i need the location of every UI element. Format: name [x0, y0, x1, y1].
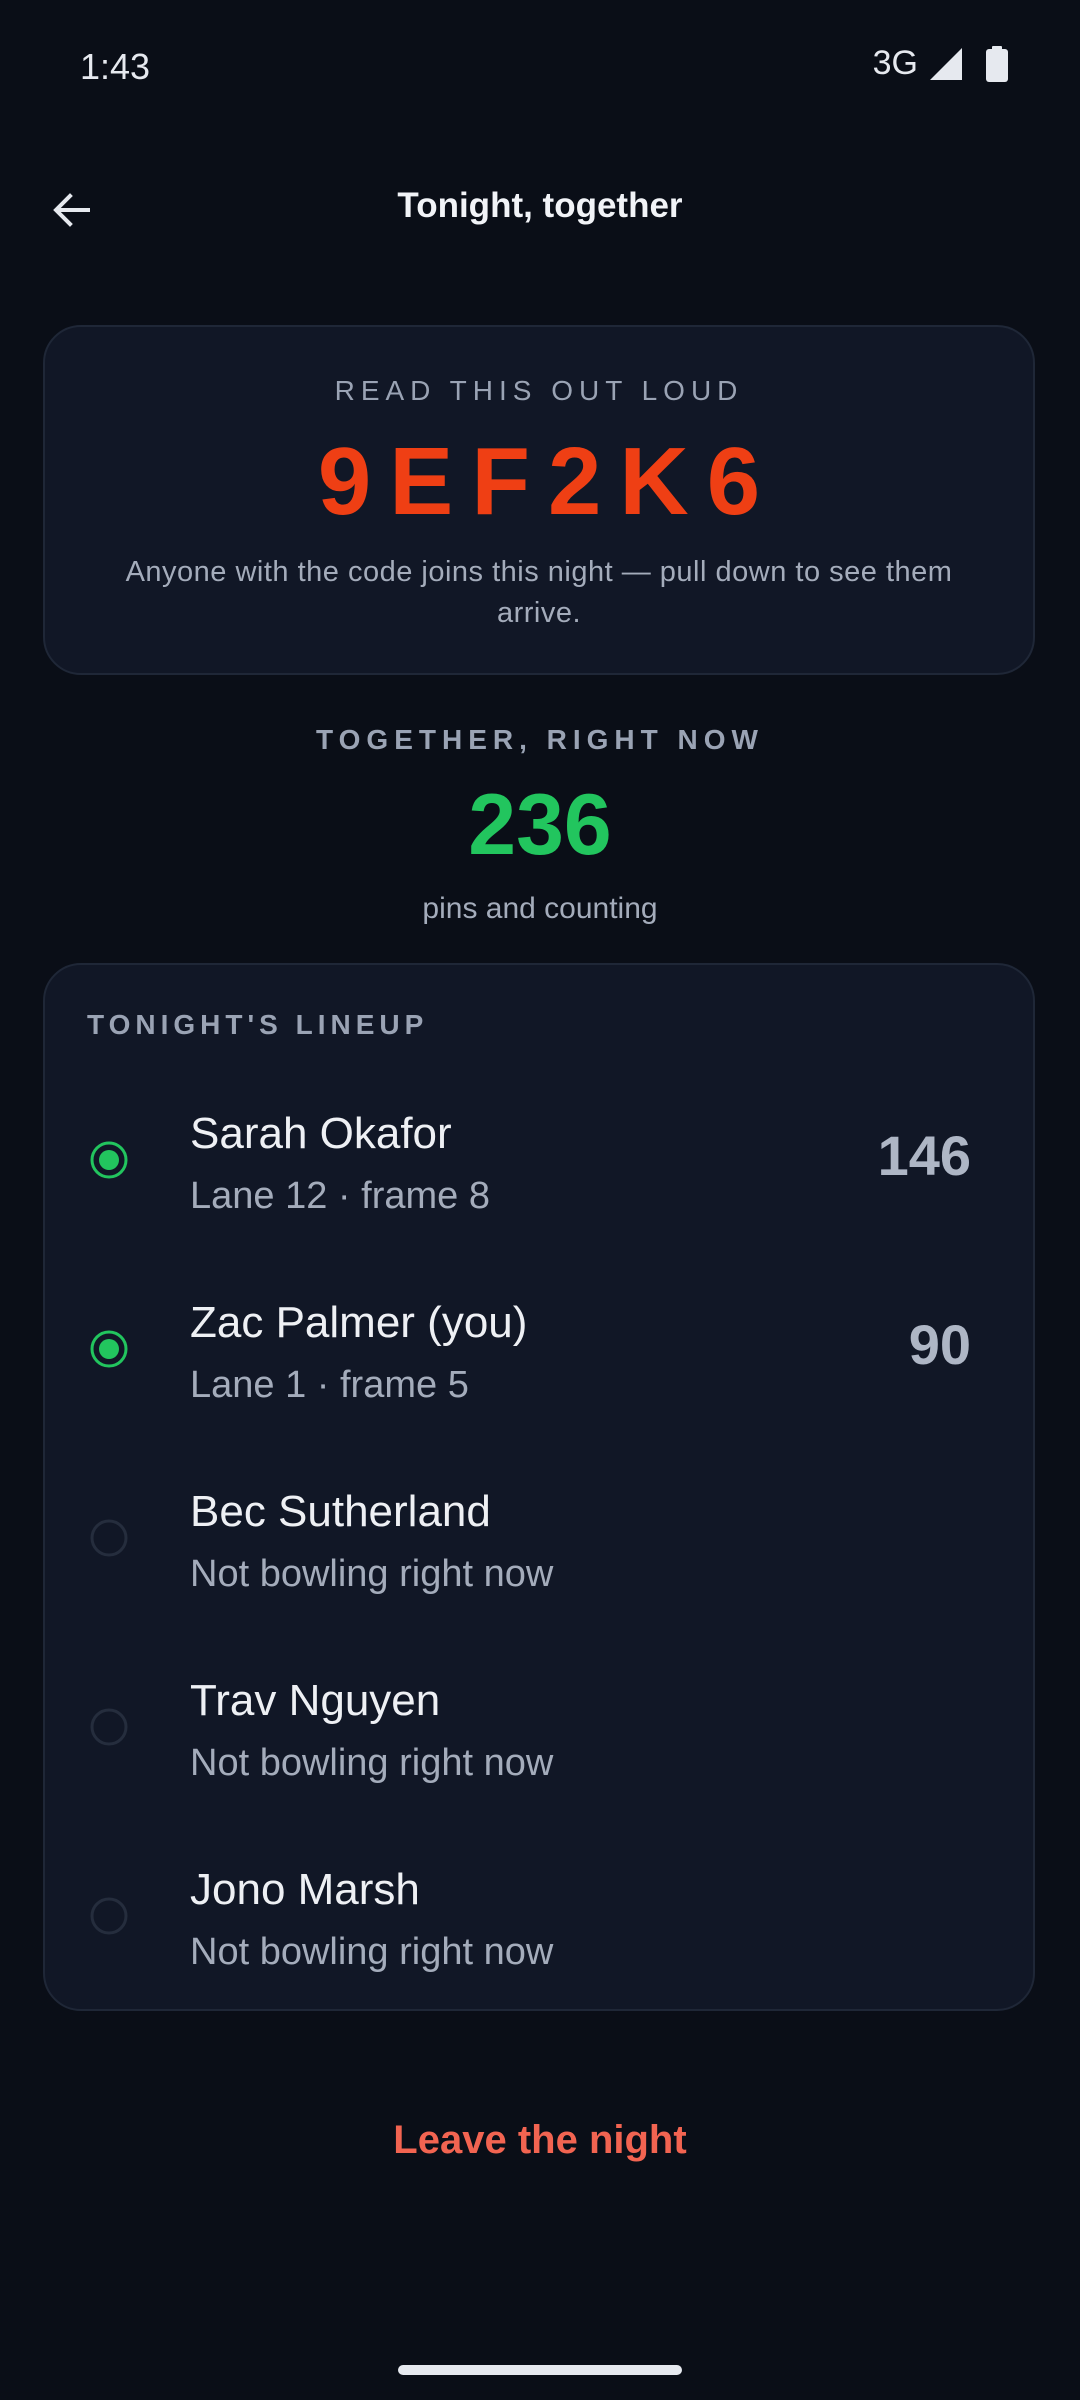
- lineup-row[interactable]: Sarah Okafor Lane 12 · frame 8 146: [45, 1065, 1033, 1254]
- player-status: Lane 1 · frame 5: [190, 1364, 469, 1406]
- player-score: 146: [877, 1124, 971, 1187]
- presence-active-icon: [90, 1330, 128, 1367]
- lineup-row[interactable]: Jono Marsh Not bowling right now: [45, 1821, 1033, 2010]
- together-subtitle: pins and counting: [422, 892, 658, 925]
- player-status: Not bowling right now: [190, 1553, 554, 1595]
- together-eyebrow: TOGETHER, RIGHT NOW: [316, 724, 764, 755]
- presence-inactive-icon: [90, 1519, 128, 1556]
- app-bar: Tonight, together: [0, 150, 1080, 270]
- presence-inactive-icon: [90, 1708, 128, 1745]
- lineup-row[interactable]: Bec Sutherland Not bowling right now: [45, 1443, 1033, 1632]
- signal-icon: [930, 47, 962, 80]
- lineup-row[interactable]: Trav Nguyen Not bowling right now: [45, 1632, 1033, 1821]
- player-status: Not bowling right now: [190, 1742, 554, 1784]
- battery-icon: [986, 45, 1008, 82]
- home-indicator[interactable]: [398, 2365, 682, 2375]
- status-bar: 1:43 3G: [0, 0, 1080, 132]
- player-status: Lane 12 · frame 8: [190, 1175, 490, 1217]
- presence-active-icon: [90, 1141, 128, 1178]
- presence-inactive-icon: [90, 1897, 128, 1934]
- lineup-card: TONIGHT'S LINEUP Sarah Okafor Lane 12 · …: [43, 963, 1035, 2011]
- player-status: Not bowling right now: [190, 1931, 554, 1973]
- join-code-card: READ THIS OUT LOUD 9EF2K6 Anyone with th…: [43, 325, 1035, 675]
- lineup-row[interactable]: Zac Palmer (you) Lane 1 · frame 5 90: [45, 1254, 1033, 1443]
- player-name: Trav Nguyen: [190, 1676, 441, 1725]
- status-indicators: 3G: [873, 44, 1008, 83]
- page-title: Tonight, together: [397, 186, 683, 225]
- player-name: Jono Marsh: [190, 1865, 420, 1914]
- leave-night-button[interactable]: Leave the night: [290, 2100, 790, 2180]
- network-type: 3G: [872, 44, 918, 82]
- together-summary: TOGETHER, RIGHT NOW 236 pins and countin…: [0, 720, 1080, 930]
- together-pin-count: 236: [468, 777, 612, 873]
- join-code: 9EF2K6: [317, 428, 779, 535]
- player-name: Zac Palmer (you): [190, 1298, 528, 1347]
- lineup-list: Sarah Okafor Lane 12 · frame 8 146 Zac P…: [45, 1065, 1033, 2010]
- player-score: 90: [908, 1313, 971, 1376]
- lineup-heading: TONIGHT'S LINEUP: [87, 1009, 429, 1040]
- player-name: Bec Sutherland: [190, 1487, 491, 1536]
- code-help-text: Anyone with the code joins this night — …: [125, 556, 953, 629]
- player-name: Sarah Okafor: [190, 1109, 452, 1158]
- status-time: 1:43: [80, 46, 151, 87]
- code-eyebrow: READ THIS OUT LOUD: [334, 375, 744, 406]
